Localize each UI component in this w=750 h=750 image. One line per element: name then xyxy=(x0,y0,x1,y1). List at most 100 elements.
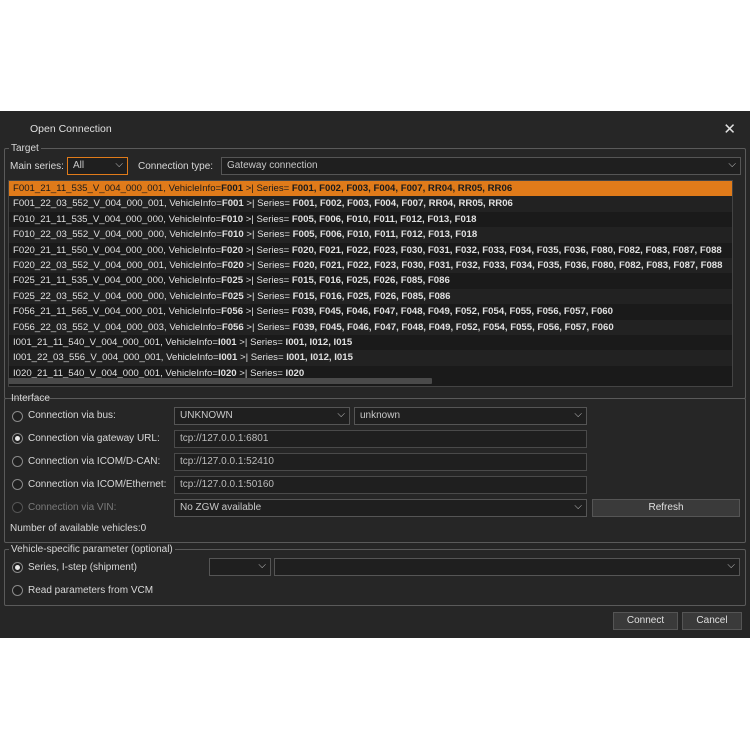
list-item[interactable]: F056_22_03_552_V_004_000_003, VehicleInf… xyxy=(9,319,732,335)
list-item-info: I001 xyxy=(218,352,238,364)
connection-type-value: Gateway connection xyxy=(227,160,318,171)
istep-select[interactable]: ⌵ xyxy=(274,558,740,576)
list-item-mid: >| Series= xyxy=(243,213,292,225)
list-item-series: F020, F021, F022, F023, F030, F031, F032… xyxy=(292,259,723,271)
dialog-title: Open Connection xyxy=(30,123,112,135)
list-item-prefix: F025_22_03_552_V_004_000_000, VehicleInf… xyxy=(13,290,222,302)
target-legend: Target xyxy=(11,143,39,154)
chevron-down-icon: ⌵ xyxy=(337,409,345,420)
list-item[interactable]: I001_21_11_540_V_004_000_001, VehicleInf… xyxy=(9,335,732,350)
list-item-info: I001 xyxy=(217,336,237,348)
available-vehicles-count: Number of available vehicles:0 xyxy=(10,523,147,534)
read-vcm-label: Read parameters from VCM xyxy=(28,585,154,596)
list-item-info: F001 xyxy=(221,198,244,210)
list-item-series: F015, F016, F025, F026, F085, F086 xyxy=(292,290,451,302)
list-item-info: F056 xyxy=(221,321,244,333)
vin-label: Connection via VIN: xyxy=(28,502,117,513)
list-item-info: F056 xyxy=(221,306,244,318)
list-item-mid: >| Series= xyxy=(237,352,287,364)
read-vcm-radio[interactable] xyxy=(12,585,23,596)
close-icon[interactable]: ✕ xyxy=(723,120,736,138)
list-item-info: F025 xyxy=(221,290,244,302)
bus-value-1: UNKNOWN xyxy=(180,410,233,421)
connection-type-select[interactable]: Gateway connection ⌵ xyxy=(221,157,741,175)
main-series-value: All xyxy=(73,160,85,171)
bus-select-1[interactable]: UNKNOWN ⌵ xyxy=(174,407,350,425)
list-item-series: F020, F021, F022, F023, F030, F031, F032… xyxy=(291,244,722,256)
chevron-down-icon: ⌵ xyxy=(728,159,736,170)
icom-dcan-radio[interactable] xyxy=(12,456,23,467)
horizontal-scrollbar[interactable] xyxy=(8,378,432,384)
chevron-down-icon: ⌵ xyxy=(115,159,123,170)
bus-radio[interactable] xyxy=(12,411,23,422)
icom-ethernet-input[interactable]: tcp://127.0.0.1:50160 xyxy=(174,476,587,494)
vin-select[interactable]: No ZGW available ⌵ xyxy=(174,499,587,517)
chevron-down-icon: ⌵ xyxy=(574,409,582,420)
list-item-series: I001, I012, I015 xyxy=(285,336,353,348)
list-item-info: F001 xyxy=(221,183,244,194)
icom-dcan-input[interactable]: tcp://127.0.0.1:52410 xyxy=(174,453,587,471)
list-item[interactable]: I001_22_03_556_V_004_000_001, VehicleInf… xyxy=(9,350,732,366)
list-item-mid: >| Series= xyxy=(243,229,293,241)
list-item-series: F039, F045, F046, F047, F048, F049, F052… xyxy=(291,306,613,318)
list-item-mid: >| Series= xyxy=(243,198,293,210)
bus-value-2: unknown xyxy=(360,410,401,421)
list-item-mid: >| Series= xyxy=(243,290,293,302)
list-item-series: F001, F002, F003, F004, F007, RR04, RR05… xyxy=(292,198,513,210)
vin-radio[interactable] xyxy=(12,502,23,513)
list-item-mid: >| Series= xyxy=(243,259,293,271)
bus-select-2[interactable]: unknown ⌵ xyxy=(354,407,587,425)
gateway-label: Connection via gateway URL: xyxy=(28,433,160,444)
list-item-series: F001, F002, F003, F004, F007, RR04, RR05… xyxy=(291,183,513,194)
title-bar: Open Connection ✕ xyxy=(0,111,750,145)
chevron-down-icon: ⌵ xyxy=(727,560,735,571)
list-item-mid: >| Series= xyxy=(243,183,292,194)
series-select[interactable]: ⌵ xyxy=(209,558,271,576)
vehicle-list[interactable]: F001_21_11_535_V_004_000_001, VehicleInf… xyxy=(8,180,733,387)
icom-ethernet-radio[interactable] xyxy=(12,479,23,490)
series-istep-radio[interactable] xyxy=(12,562,23,573)
icom-ethernet-label: Connection via ICOM/Ethernet: xyxy=(28,479,167,490)
list-item[interactable]: F056_21_11_565_V_004_000_001, VehicleInf… xyxy=(9,304,732,319)
list-item-prefix: F020_21_11_550_V_004_000_000, VehicleInf… xyxy=(13,244,222,256)
list-item-mid: >| Series= xyxy=(243,306,292,318)
list-item-series: F015, F016, F025, F026, F085, F086 xyxy=(291,275,450,287)
chevron-down-icon: ⌵ xyxy=(258,560,266,571)
list-item[interactable]: F020_22_03_552_V_004_000_001, VehicleInf… xyxy=(9,257,732,274)
connect-button[interactable]: Connect xyxy=(613,612,678,630)
list-item-series: I001, I012, I015 xyxy=(286,352,353,364)
list-item[interactable]: F010_21_11_535_V_004_000_000, VehicleInf… xyxy=(9,212,732,227)
list-item-mid: >| Series= xyxy=(236,336,286,348)
series-istep-label: Series, I-step (shipment) xyxy=(28,562,137,573)
list-item-prefix: F010_22_03_552_V_004_000_000, VehicleInf… xyxy=(13,229,222,241)
list-item-info: F020 xyxy=(221,244,244,256)
list-item-prefix: F001_21_11_535_V_004_000_001, VehicleInf… xyxy=(13,183,222,194)
gateway-radio[interactable] xyxy=(12,433,23,444)
cancel-button[interactable]: Cancel xyxy=(682,612,742,630)
gateway-url-input[interactable]: tcp://127.0.0.1:6801 xyxy=(174,430,587,448)
refresh-button[interactable]: Refresh xyxy=(592,499,740,517)
list-item-prefix: F056_22_03_552_V_004_000_003, VehicleInf… xyxy=(13,321,222,333)
list-item-prefix: F056_21_11_565_V_004_000_001, VehicleInf… xyxy=(13,306,222,318)
list-item-info: F025 xyxy=(221,275,244,287)
main-series-label: Main series: xyxy=(10,161,64,172)
main-series-select[interactable]: All ⌵ xyxy=(67,157,128,175)
list-item-prefix: I001_21_11_540_V_004_000_001, VehicleInf… xyxy=(13,336,218,348)
list-item[interactable]: F001_22_03_552_V_004_000_001, VehicleInf… xyxy=(9,196,732,212)
list-item-prefix: I001_22_03_556_V_004_000_001, VehicleInf… xyxy=(13,352,219,364)
list-item[interactable]: F025_21_11_535_V_004_000_000, VehicleInf… xyxy=(9,273,732,288)
list-item-series: F005, F006, F010, F011, F012, F013, F018 xyxy=(291,213,477,225)
open-connection-dialog: Open Connection ✕ Target Main series: Al… xyxy=(0,111,750,638)
list-item[interactable]: F001_21_11_535_V_004_000_001, VehicleInf… xyxy=(9,181,732,197)
list-item[interactable]: F020_21_11_550_V_004_000_000, VehicleInf… xyxy=(9,243,732,258)
list-item-info: F010 xyxy=(221,229,244,241)
list-item[interactable]: F010_22_03_552_V_004_000_000, VehicleInf… xyxy=(9,227,732,243)
list-item-series: F005, F006, F010, F011, F012, F013, F018 xyxy=(292,229,478,241)
icom-dcan-label: Connection via ICOM/D-CAN: xyxy=(28,456,161,467)
interface-legend: Interface xyxy=(11,393,50,404)
list-item[interactable]: F025_22_03_552_V_004_000_000, VehicleInf… xyxy=(9,288,732,305)
vin-value: No ZGW available xyxy=(180,502,262,513)
list-item-prefix: F010_21_11_535_V_004_000_000, VehicleInf… xyxy=(13,213,222,225)
list-item-prefix: F020_22_03_552_V_004_000_001, VehicleInf… xyxy=(13,259,222,271)
list-item-mid: >| Series= xyxy=(243,321,293,333)
